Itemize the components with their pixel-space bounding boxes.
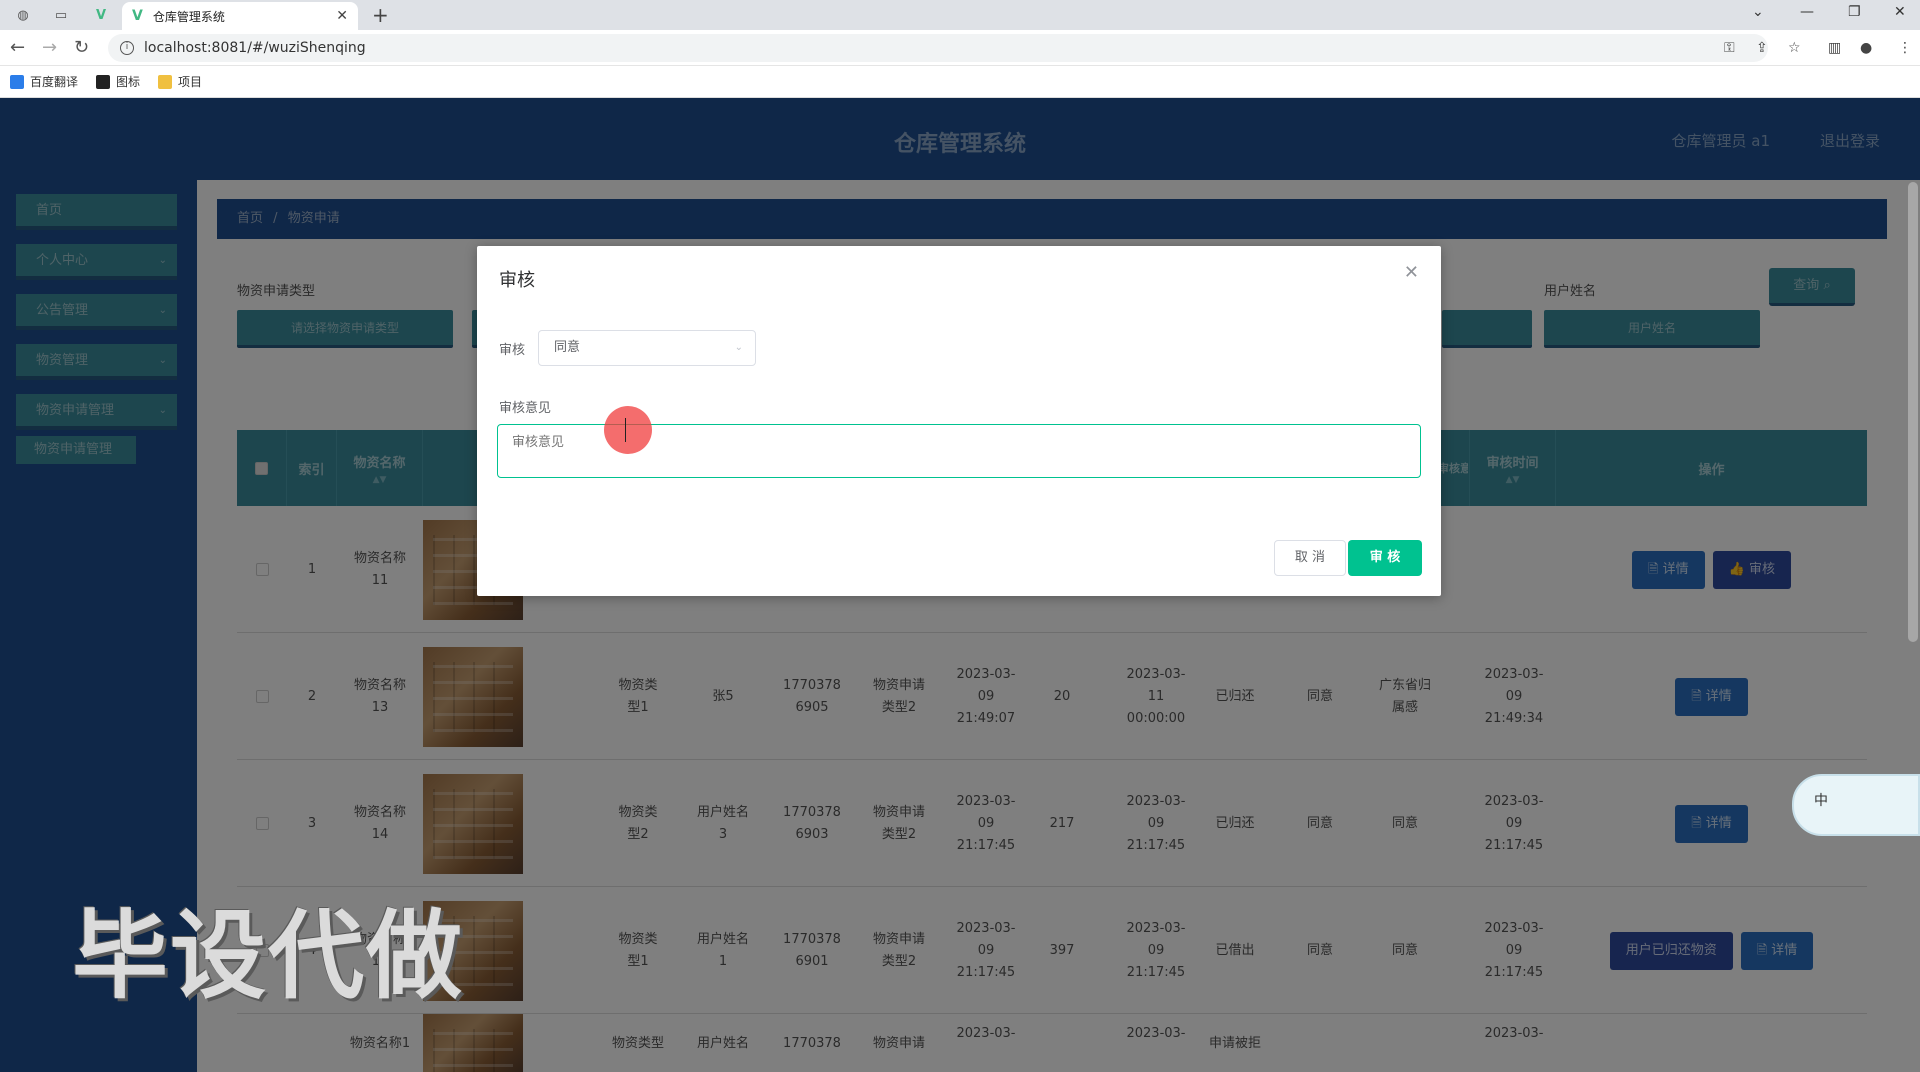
address-bar: ← → ↻ i localhost:8081/#/wuziShenqing ⚿ … (0, 30, 1920, 66)
watermark-text: 毕设代做 (72, 900, 464, 1012)
audit-label: 审核 (499, 343, 526, 358)
audit-dialog: 审核 ✕ 审核 同意 ⌄ 审核意见 取 消 审 核 (477, 246, 1441, 596)
tab-title: 仓库管理系统 (152, 9, 225, 24)
mouse-cursor-highlight (604, 406, 652, 454)
cancel-button[interactable]: 取 消 (1274, 540, 1346, 576)
browser-tab-bar: ◍ ▭ V V 仓库管理系统 ✕ + ⌄ — ❐ ✕ (0, 0, 1920, 30)
translate-icon (10, 74, 24, 89)
page-scrollbar[interactable] (1908, 182, 1918, 642)
reload-icon[interactable]: ↻ (74, 37, 89, 58)
menu-icon[interactable]: ⋮ (1898, 40, 1912, 56)
vue-logo-icon: V (132, 8, 143, 24)
ime-mode: 中 (1814, 793, 1828, 809)
close-tab-icon[interactable]: ✕ (336, 8, 348, 24)
profile-icon[interactable]: ● (1860, 40, 1872, 56)
confirm-audit-button[interactable]: 审 核 (1348, 540, 1422, 576)
globe-icon[interactable]: ◍ (10, 4, 36, 26)
audit-select[interactable]: 同意 ⌄ (538, 330, 756, 366)
share-icon[interactable]: ⇪ (1756, 40, 1768, 56)
icon-site-icon (96, 74, 111, 89)
bookmark-item[interactable]: 百度翻译 (10, 73, 78, 90)
url-field[interactable]: i localhost:8081/#/wuziShenqing (108, 34, 1768, 62)
key-icon[interactable]: ⚿ (1724, 40, 1735, 56)
star-icon[interactable]: ☆ (1788, 40, 1801, 56)
tab-search-icon[interactable]: ⌄ (1752, 4, 1764, 20)
dialog-title: 审核 (499, 270, 535, 291)
opinion-label: 审核意见 (499, 401, 552, 416)
minimize-icon[interactable]: — (1800, 4, 1814, 20)
ime-widget[interactable]: 中 (1792, 774, 1920, 836)
folder-icon (158, 74, 173, 89)
vue-tab-icon[interactable]: V (88, 4, 114, 26)
url-text: localhost:8081/#/wuziShenqing (144, 40, 366, 56)
sidebar-toggle-icon[interactable]: ▥ (1828, 40, 1841, 56)
forward-icon[interactable]: → (42, 37, 57, 58)
new-tab-icon[interactable]: + (372, 3, 389, 27)
window-close-icon[interactable]: ✕ (1894, 4, 1906, 20)
bookmark-item[interactable]: 项目 (158, 73, 202, 90)
blank-tab-icon[interactable]: ▭ (48, 4, 74, 26)
back-icon[interactable]: ← (10, 37, 25, 58)
bookmarks-bar: 百度翻译 图标 项目 (0, 66, 1920, 98)
chevron-down-icon: ⌄ (734, 342, 743, 353)
text-cursor-icon (625, 418, 631, 442)
close-icon[interactable]: ✕ (1404, 262, 1419, 283)
bookmark-item[interactable]: 图标 (96, 73, 140, 90)
browser-tab-active[interactable]: V 仓库管理系统 ✕ (122, 2, 358, 30)
site-info-icon[interactable]: i (120, 41, 134, 55)
restore-icon[interactable]: ❐ (1848, 4, 1861, 20)
